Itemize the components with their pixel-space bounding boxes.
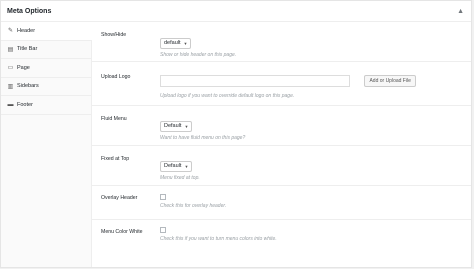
field-label: Fluid Menu [101, 116, 127, 122]
footer-icon: ▬ [7, 101, 14, 108]
field-row-overlay-header: Overlay Header Check this for overlay he… [92, 186, 471, 220]
page-icon: ▭ [7, 65, 14, 72]
menu-color-white-checkbox[interactable] [160, 227, 166, 233]
field-row-fixed-top: Fixed at Top Default ▼ Menu fixed at top… [92, 146, 471, 186]
tab-label: Footer [17, 101, 33, 108]
tab-header[interactable]: ✎ Header [1, 22, 92, 41]
meta-options-box: Meta Options ▲ ✎ Header ▤ Title Bar ▭ Pa… [0, 0, 472, 268]
field-row-fluid-menu: Fluid Menu Default ▼ Want to have fluid … [92, 106, 471, 146]
tab-label: Page [17, 64, 30, 71]
fixed-top-select[interactable]: Default ▼ [160, 160, 193, 172]
field-description: Upload logo if you want to override defa… [160, 93, 295, 99]
field-row-upload-logo: Upload Logo Add or Upload File Upload lo… [92, 62, 471, 106]
tab-list: ✎ Header ▤ Title Bar ▭ Page ▥ Sidebars ▬… [1, 22, 92, 267]
show-hide-select[interactable]: default ▼ [160, 37, 192, 49]
chevron-down-icon: ▼ [184, 123, 189, 129]
field-label: Menu Color White [101, 229, 143, 235]
field-label: Upload Logo [101, 74, 131, 80]
tab-label: Sidebars [17, 83, 39, 90]
chevron-down-icon: ▼ [183, 40, 188, 46]
tab-footer[interactable]: ▬ Footer [1, 96, 91, 115]
pin-icon: ✎ [7, 28, 14, 35]
field-label: Fixed at Top [101, 156, 130, 162]
metabox-title: Meta Options [7, 7, 52, 15]
options-panel: Show/Hide default ▼ Show or hide header … [92, 22, 471, 267]
logo-url-input[interactable] [160, 74, 350, 87]
fluid-menu-select[interactable]: Default ▼ [160, 120, 193, 132]
field-description: Want to have fluid menu on this page? [160, 135, 246, 141]
field-label: Show/Hide [101, 32, 127, 38]
field-row-show-hide: Show/Hide default ▼ Show or hide header … [92, 22, 471, 62]
field-description: Menu fixed at top. [160, 175, 200, 181]
tab-label: Title Bar [17, 46, 38, 53]
field-description: Show or hide header on this page. [160, 52, 237, 58]
metabox-header: Meta Options ▲ [1, 1, 471, 22]
field-row-menu-color-white: Menu Color White Check this if you want … [92, 220, 471, 255]
tab-title-bar[interactable]: ▤ Title Bar [1, 41, 91, 59]
tab-sidebars[interactable]: ▥ Sidebars [1, 78, 91, 96]
field-description: Check this if you want to turn menu colo… [160, 236, 277, 242]
sidebar-icon: ▥ [7, 83, 14, 90]
format-icon: ▤ [7, 46, 14, 53]
tab-page[interactable]: ▭ Page [1, 59, 91, 78]
field-description: Check this for overlay header. [160, 203, 227, 209]
tab-label: Header [17, 27, 36, 34]
add-upload-file-button[interactable]: Add or Upload File [364, 74, 416, 87]
chevron-down-icon: ▼ [184, 163, 189, 169]
collapse-toggle-icon[interactable]: ▲ [457, 8, 464, 15]
overlay-header-checkbox[interactable] [160, 194, 166, 200]
field-label: Overlay Header [101, 195, 138, 201]
metabox-content: ✎ Header ▤ Title Bar ▭ Page ▥ Sidebars ▬… [1, 22, 471, 267]
